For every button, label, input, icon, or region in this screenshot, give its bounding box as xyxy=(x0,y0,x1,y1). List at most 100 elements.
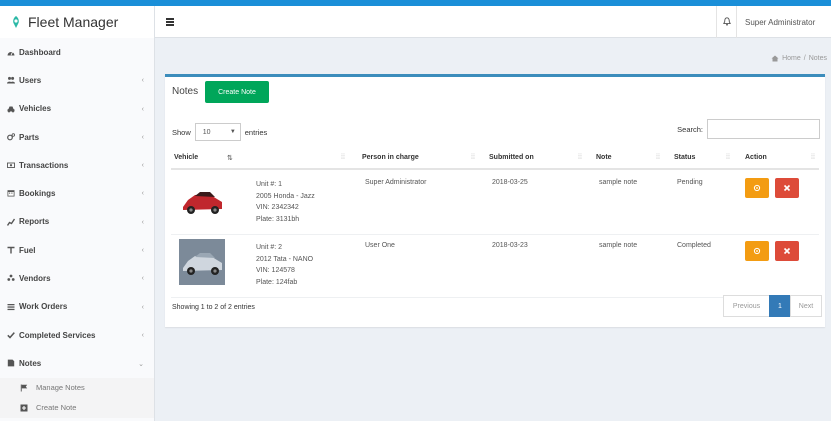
cogs-icon xyxy=(7,133,15,141)
logo-icon xyxy=(13,16,19,28)
edit-button[interactable] xyxy=(745,241,769,261)
sidebar-item-vehicles[interactable]: Vehicles ‹ xyxy=(0,95,154,123)
pagination-previous[interactable]: Previous xyxy=(723,295,770,317)
flag-icon xyxy=(20,384,28,392)
column-header-status[interactable]: Status xyxy=(674,154,695,161)
submenu-item-create-note[interactable]: Create Note xyxy=(0,398,154,418)
pagination-page-1[interactable]: 1 xyxy=(769,295,791,317)
vehicle-details: Unit #: 2 2012 Tata - NANO VIN: 124578 Plat… xyxy=(256,242,313,288)
edit-icon xyxy=(753,247,761,255)
table-row: Unit #: 1 2005 Honda - Jazz VIN: 2342342 Pl… xyxy=(171,172,819,235)
submenu-item-manage-notes[interactable]: Manage Notes xyxy=(0,378,154,398)
breadcrumb-current: Notes xyxy=(808,55,827,62)
cell-person: Super Administrator xyxy=(365,179,427,186)
sidebar-item-users[interactable]: Users ‹ xyxy=(0,66,154,94)
sidebar-item-label: Vehicles xyxy=(19,104,52,114)
fuel-icon xyxy=(7,246,15,254)
sidebar-item-label: Work Orders xyxy=(19,302,68,312)
vehicle-detail-line: Plate: 124fab xyxy=(256,278,298,286)
vehicle-image xyxy=(183,192,222,214)
search-label: Search: xyxy=(677,124,703,134)
column-header-action[interactable]: Action xyxy=(745,154,767,161)
pagination: Previous 1 Next xyxy=(723,295,822,317)
entries-label: entries xyxy=(244,127,268,137)
sidebar-item-label: Parts xyxy=(19,132,40,142)
close-icon xyxy=(783,184,791,192)
delete-button[interactable] xyxy=(775,241,799,261)
chevron-left-icon: ‹ xyxy=(141,77,144,85)
cell-submitted: 2018-03-23 xyxy=(492,242,528,249)
create-note-button[interactable]: Create Note xyxy=(205,81,269,103)
chevron-left-icon: ‹ xyxy=(141,303,144,311)
sidebar: Dashboard Users ‹ Vehicles ‹ Parts ‹ Transactio… xyxy=(0,38,155,421)
delete-button[interactable] xyxy=(775,178,799,198)
cell-person: User One xyxy=(365,242,395,249)
sidebar-item-label: Transactions xyxy=(19,160,69,170)
sort-icon[interactable]: ⁞⁞ xyxy=(578,154,582,161)
sort-icon[interactable]: ⁞⁞ xyxy=(341,154,345,161)
pagination-next[interactable]: Next xyxy=(790,295,822,317)
sidebar-item-work-orders[interactable]: Work Orders ‹ xyxy=(0,293,154,321)
column-header-person-in-charge[interactable]: Person in charge xyxy=(362,154,419,161)
sidebar-item-label: Completed Services xyxy=(19,330,96,340)
column-header-submitted-on[interactable]: Submitted on xyxy=(489,154,534,161)
submenu-item-label: Create Note xyxy=(36,403,77,413)
table-info: Showing 1 to 2 of 2 entries xyxy=(172,304,255,311)
sidebar-item-reports[interactable]: Reports ‹ xyxy=(0,208,154,236)
column-header-vehicle[interactable]: Vehicle xyxy=(174,154,198,161)
sort-icon[interactable]: ⁞⁞ xyxy=(656,154,660,161)
chevron-left-icon: ‹ xyxy=(141,105,144,113)
column-header-note[interactable]: Note xyxy=(596,154,612,161)
chevron-left-icon: ‹ xyxy=(141,218,144,226)
chart-icon xyxy=(7,218,15,226)
breadcrumb-separator: / xyxy=(803,55,806,62)
search-input[interactable] xyxy=(707,119,820,139)
sidebar-item-completed-services[interactable]: Completed Services ‹ xyxy=(0,321,154,349)
sidebar-item-dashboard[interactable]: Dashboard xyxy=(0,38,154,66)
sidebar-item-notes[interactable]: Notes ⌄ xyxy=(0,349,154,377)
sidebar-item-transactions[interactable]: Transactions ‹ xyxy=(0,151,154,179)
sidebar-item-fuel[interactable]: Fuel ‹ xyxy=(0,236,154,264)
sort-asc-icon[interactable]: ⇅ xyxy=(227,154,233,162)
cell-status: Pending xyxy=(677,179,703,186)
user-name: Super Administrator xyxy=(745,18,816,27)
sidebar-item-label: Dashboard xyxy=(19,47,61,57)
bell-icon xyxy=(723,17,731,26)
vehicle-detail-line: 2012 Tata - NANO xyxy=(256,255,314,263)
cell-submitted: 2018-03-25 xyxy=(492,179,528,186)
home-icon xyxy=(771,55,779,62)
submenu-item-label: Manage Notes xyxy=(36,383,85,393)
sidebar-item-bookings[interactable]: Bookings ‹ xyxy=(0,179,154,207)
entries-select[interactable]: 10 ▼ xyxy=(194,123,241,141)
edit-button[interactable] xyxy=(745,178,769,198)
close-icon xyxy=(783,247,791,255)
app-window: Fleet Manager Super Administrator Dashbo… xyxy=(0,6,831,421)
user-menu[interactable]: Super Administrator xyxy=(736,6,831,38)
vehicle-detail-line: Unit #: 2 xyxy=(256,244,283,251)
list-icon xyxy=(7,303,15,310)
vehicle-detail-line: Unit #: 1 xyxy=(256,181,283,188)
cell-note: sample note xyxy=(599,179,638,186)
chevron-left-icon: ‹ xyxy=(141,133,144,141)
check-icon xyxy=(7,332,15,339)
hamburger-menu-icon[interactable] xyxy=(166,18,174,26)
notifications-button[interactable] xyxy=(716,6,736,38)
sidebar-item-parts[interactable]: Parts ‹ xyxy=(0,123,154,151)
sidebar-item-vendors[interactable]: Vendors ‹ xyxy=(0,264,154,292)
chevron-left-icon: ‹ xyxy=(141,275,144,283)
vehicle-detail-line: VIN: 2342342 xyxy=(256,204,299,211)
sort-icon[interactable]: ⁞⁞ xyxy=(811,154,815,161)
vendors-icon xyxy=(7,274,15,282)
brand-logo-area[interactable]: Fleet Manager xyxy=(0,6,155,38)
sort-icon[interactable]: ⁞⁞ xyxy=(471,154,475,161)
table-row: Unit #: 2 2012 Tata - NANO VIN: 124578 Plat… xyxy=(171,235,819,298)
users-icon xyxy=(7,77,15,84)
breadcrumb: Home / Notes xyxy=(771,55,827,62)
calendar-icon xyxy=(7,190,15,197)
breadcrumb-home[interactable]: Home xyxy=(782,55,801,62)
dashboard-icon xyxy=(7,51,15,56)
chevron-left-icon: ‹ xyxy=(141,162,144,170)
vehicle-image xyxy=(179,239,225,285)
sort-icon[interactable]: ⁞⁞ xyxy=(726,154,730,161)
cell-status: Completed xyxy=(677,242,711,249)
